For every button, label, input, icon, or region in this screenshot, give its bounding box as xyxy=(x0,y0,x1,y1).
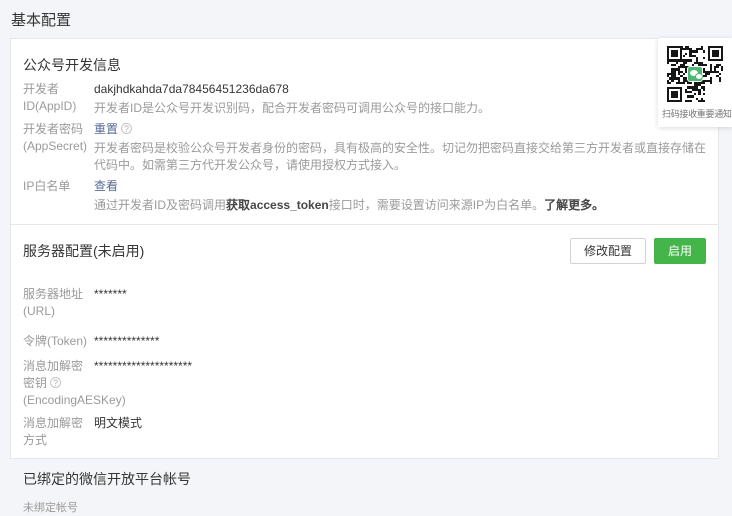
section-open-platform: 已绑定的微信开放平台帐号 未绑定帐号 xyxy=(11,459,718,516)
page-title: 基本配置 xyxy=(11,12,72,29)
row-ip-whitelist: IP白名单 查看 通过开发者ID及密码调用获取access_token接口时，需… xyxy=(23,178,706,214)
help-icon[interactable]: ? xyxy=(121,123,133,134)
main-panel: 公众号开发信息 开发者ID(AppID) dakjhdkahda7da78456… xyxy=(10,38,719,514)
access-token-text: 获取access_token xyxy=(226,198,329,212)
aeskey-value: ********************* xyxy=(94,359,193,373)
row-server-url: 服务器地址(URL) ******* xyxy=(23,286,706,320)
server-url-value: ******* xyxy=(94,287,127,301)
encrypt-mode-value: 明文模式 xyxy=(94,416,143,430)
modify-config-button[interactable]: 修改配置 xyxy=(569,238,646,264)
qr-code-image xyxy=(667,46,723,102)
ip-whitelist-label: IP白名单 xyxy=(23,179,71,193)
ip-whitelist-desc: 通过开发者ID及密码调用获取access_token接口时，需要设置访问来源IP… xyxy=(94,198,605,212)
qr-finder-icon xyxy=(667,46,682,61)
appid-value: dakjhdkahda7da78456451236da678 xyxy=(94,82,289,96)
learn-more-link[interactable]: 了解更多。 xyxy=(544,198,604,212)
help-icon[interactable]: ? xyxy=(50,377,62,388)
row-encrypt-mode: 消息加解密方式 明文模式 xyxy=(23,415,706,449)
qr-finder-icon xyxy=(708,46,723,61)
dev-info-title: 公众号开发信息 xyxy=(23,57,121,73)
server-config-title: 服务器配置(未启用) xyxy=(23,242,145,259)
reset-appsecret-link[interactable]: 重置 xyxy=(94,121,118,138)
row-token: 令牌(Token) ************** xyxy=(23,333,706,350)
server-config-header: 服务器配置(未启用) 修改配置 启用 xyxy=(11,225,718,264)
appsecret-desc: 开发者密码是校验公众号开发者身份的密码，具有极高的安全性。切记勿把密码直接交给第… xyxy=(94,141,707,172)
open-platform-title: 已绑定的微信开放平台帐号 xyxy=(23,471,191,487)
aeskey-label: 消息加解密密钥? (EncodingAESKey) xyxy=(23,359,126,407)
section-server-config: 服务器地址(URL) ******* 令牌(Token) ***********… xyxy=(11,286,718,449)
wechat-logo-icon xyxy=(687,66,703,82)
appid-desc: 开发者ID是公众号开发识别码，配合开发者密码可调用公众号的接口能力。 xyxy=(94,101,491,115)
row-appsecret: 开发者密码 (AppSecret) 重置? 开发者密码是校验公众号开发者身份的密… xyxy=(23,121,706,174)
appid-label: 开发者ID(AppID) xyxy=(23,82,77,113)
row-aeskey: 消息加解密密钥? (EncodingAESKey) **************… xyxy=(23,358,706,409)
enable-button[interactable]: 启用 xyxy=(653,238,706,264)
view-ip-whitelist-link[interactable]: 查看 xyxy=(94,178,118,195)
qr-finder-icon xyxy=(667,87,682,102)
section-dev-info: 公众号开发信息 开发者ID(AppID) dakjhdkahda7da78456… xyxy=(11,39,718,214)
token-value: ************** xyxy=(94,334,160,348)
unbound-account-text: 未绑定帐号 xyxy=(23,502,78,514)
row-appid: 开发者ID(AppID) dakjhdkahda7da78456451236da… xyxy=(23,81,706,117)
appsecret-label: 开发者密码 (AppSecret) xyxy=(23,122,88,153)
qr-caption: 扫码接收重要通知 xyxy=(662,109,732,119)
qr-notice-panel: 扫码接收重要通知 xyxy=(658,38,732,127)
